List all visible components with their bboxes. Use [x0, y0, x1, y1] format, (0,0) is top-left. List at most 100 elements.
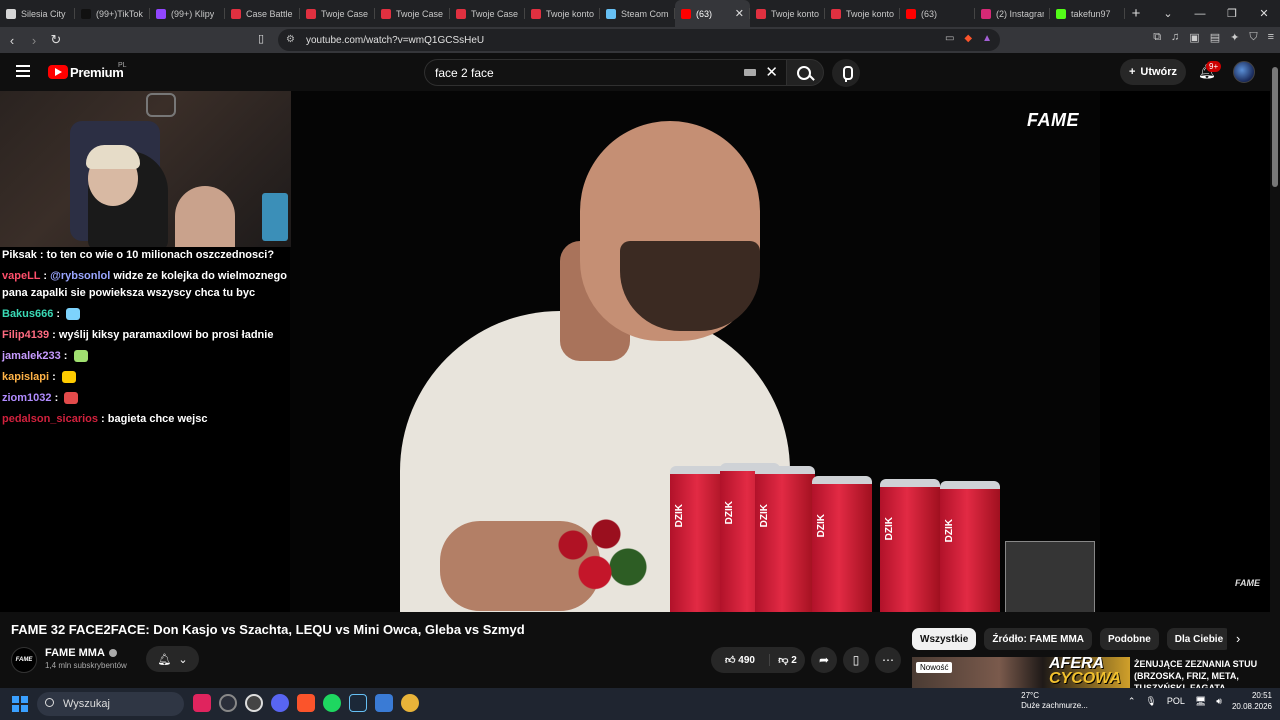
browser-tab[interactable]: Twoje konto	[750, 0, 825, 27]
back-icon[interactable]: ‹	[2, 33, 22, 48]
menu-icon[interactable]: ≡	[1268, 31, 1274, 44]
chrome-icon[interactable]	[245, 694, 263, 712]
filter-chip[interactable]: Wszystkie	[912, 628, 977, 650]
browser-tab[interactable]: Twoje Case	[375, 0, 450, 27]
site-info-icon[interactable]: ⚙	[286, 34, 298, 46]
language-indicator[interactable]: POL	[1167, 696, 1185, 706]
taskbar-search[interactable]: Wyszukaj	[37, 692, 184, 716]
sidebar-icon[interactable]: ▣	[1189, 31, 1199, 44]
keyboard-icon[interactable]	[744, 69, 756, 76]
tab-favicon-icon	[456, 8, 466, 19]
maximize-button[interactable]: ❐	[1216, 7, 1248, 20]
tab-favicon-icon	[981, 8, 991, 19]
chat-username[interactable]: jamalek233	[2, 350, 61, 362]
tab-title: takefun97	[1071, 8, 1111, 19]
search-button[interactable]	[786, 59, 824, 86]
tab-favicon-icon	[681, 8, 691, 19]
app-icon[interactable]	[401, 694, 419, 712]
youtube-brand[interactable]: Premium	[70, 65, 124, 80]
close-window-button[interactable]: ✕	[1248, 7, 1280, 20]
browser-tab[interactable]: Silesia City	[0, 0, 75, 27]
save-button[interactable]: ▯	[843, 647, 869, 673]
new-tab-button[interactable]: +	[1125, 5, 1147, 22]
browser-tab[interactable]: (99+)TikTok	[75, 0, 150, 27]
browser-tab[interactable]: takefun97	[1050, 0, 1125, 27]
minimize-button[interactable]: —	[1184, 8, 1216, 20]
close-tab-icon[interactable]: ✕	[735, 7, 744, 20]
forward-icon[interactable]: ›	[24, 33, 44, 48]
energy-drink-can: DZIK	[880, 479, 940, 612]
browser-tab[interactable]: Case Battle	[225, 0, 300, 27]
clear-search-icon[interactable]: ✕	[765, 63, 778, 81]
browser-tab[interactable]: (99+) Klipy	[150, 0, 225, 27]
more-actions-button[interactable]: ⋯	[875, 647, 901, 673]
steam-icon[interactable]	[349, 694, 367, 712]
filter-chip[interactable]: Dla Ciebie	[1166, 628, 1227, 650]
app-icon[interactable]	[193, 694, 211, 712]
reload-icon[interactable]: ↻	[46, 32, 66, 48]
brave-shield-icon[interactable]: ◆	[964, 33, 972, 44]
filter-chip[interactable]: Podobne	[1100, 628, 1159, 650]
media-icon[interactable]: ♫	[1171, 31, 1179, 44]
create-button[interactable]: + Utwórz	[1120, 59, 1186, 85]
browser-tab[interactable]: Twoje Case	[450, 0, 525, 27]
chat-username[interactable]: Filip4139	[2, 329, 49, 341]
subscription-bell-button[interactable]: 🔔︎ ⌄	[146, 646, 199, 672]
tab-favicon-icon	[606, 8, 616, 19]
discord-icon[interactable]	[271, 694, 289, 712]
filter-chip[interactable]: Źródło: FAME MMA	[984, 628, 1093, 650]
browser-tab[interactable]: (2) Instagram	[975, 0, 1050, 27]
chat-username[interactable]: ziom1032	[2, 392, 52, 404]
page-scrollbar[interactable]	[1270, 53, 1280, 688]
browser-tab[interactable]: Twoje konto	[825, 0, 900, 27]
channel-name[interactable]: FAME MMA	[45, 647, 117, 659]
weather-widget[interactable]: 27°C Duże zachmurze...	[1021, 691, 1088, 711]
channel-avatar[interactable]: FAME	[11, 647, 37, 673]
browser-tab[interactable]: Twoje konto	[525, 0, 600, 27]
volume-icon[interactable]: 🔊︎	[1216, 696, 1222, 707]
browser-tab[interactable]: Steam Comm	[600, 0, 675, 27]
menu-hamburger-icon[interactable]	[16, 65, 30, 77]
windows-taskbar: Wyszukaj 27°C Duże zachmurze... ⌃ 🎙︎ POL…	[0, 688, 1280, 720]
brave-icon[interactable]	[297, 694, 315, 712]
spotify-icon[interactable]	[323, 694, 341, 712]
dislike-button[interactable]: 👎︎ 2	[770, 654, 805, 666]
account-avatar[interactable]	[1233, 61, 1255, 83]
like-button[interactable]: 👍︎ 490	[711, 654, 770, 666]
taskbar-search-placeholder: Wyszukaj	[63, 698, 110, 710]
chat-username[interactable]: vapeLL	[2, 270, 40, 282]
clock[interactable]: 20:51 20.08.2026	[1232, 690, 1272, 712]
video-player[interactable]: DZIK DZIK DZIK DZIK DZIK DZIK Piksak : to ten…	[0, 91, 1270, 612]
chat-username[interactable]: Bakus666	[2, 308, 53, 320]
scrollbar-thumb[interactable]	[1272, 67, 1278, 187]
wallet-icon[interactable]: ▤	[1210, 31, 1220, 44]
chevron-right-icon[interactable]: ›	[1236, 631, 1240, 646]
chat-emote-icon	[66, 308, 81, 321]
photos-icon[interactable]	[375, 694, 393, 712]
start-button[interactable]	[12, 696, 28, 712]
rewards-icon[interactable]: ▲	[982, 33, 992, 44]
notifications-badge: 9+	[1206, 61, 1222, 72]
chat-username[interactable]: pedalson_sicarios	[2, 413, 98, 425]
bookmark-icon[interactable]: ▯	[258, 32, 264, 45]
chevron-up-icon[interactable]: ⌃	[1128, 696, 1136, 707]
chat-username[interactable]: Piksak	[2, 249, 37, 261]
search-input[interactable]: face 2 face ✕	[424, 59, 786, 86]
browser-tab[interactable]: (63)	[900, 0, 975, 27]
mic-icon[interactable]: 🎙︎	[1145, 696, 1156, 707]
network-icon[interactable]: 🖥︎	[1195, 696, 1206, 707]
can-label: DZIK	[759, 504, 770, 528]
url-bar[interactable]: ⚙ youtube.com/watch?v=wmQ1GCSsHeU ▭ ◆ ▲	[278, 29, 1000, 51]
leo-icon[interactable]: ✦	[1230, 31, 1239, 44]
cast-icon[interactable]: ▭	[945, 33, 954, 44]
app-icon[interactable]	[219, 694, 237, 712]
voice-search-icon[interactable]	[832, 59, 860, 87]
browser-tab[interactable]: (63) ✕	[675, 0, 750, 27]
browser-tab[interactable]: Twoje Case	[300, 0, 375, 27]
youtube-logo-icon[interactable]	[48, 65, 68, 79]
extensions-icon[interactable]: ⧉	[1153, 31, 1161, 44]
vpn-icon[interactable]: ⛉	[1249, 31, 1257, 44]
chat-username[interactable]: kapislapi	[2, 371, 49, 383]
tab-search-icon[interactable]: ⌄	[1152, 7, 1184, 20]
share-button[interactable]: ➦	[811, 647, 837, 673]
